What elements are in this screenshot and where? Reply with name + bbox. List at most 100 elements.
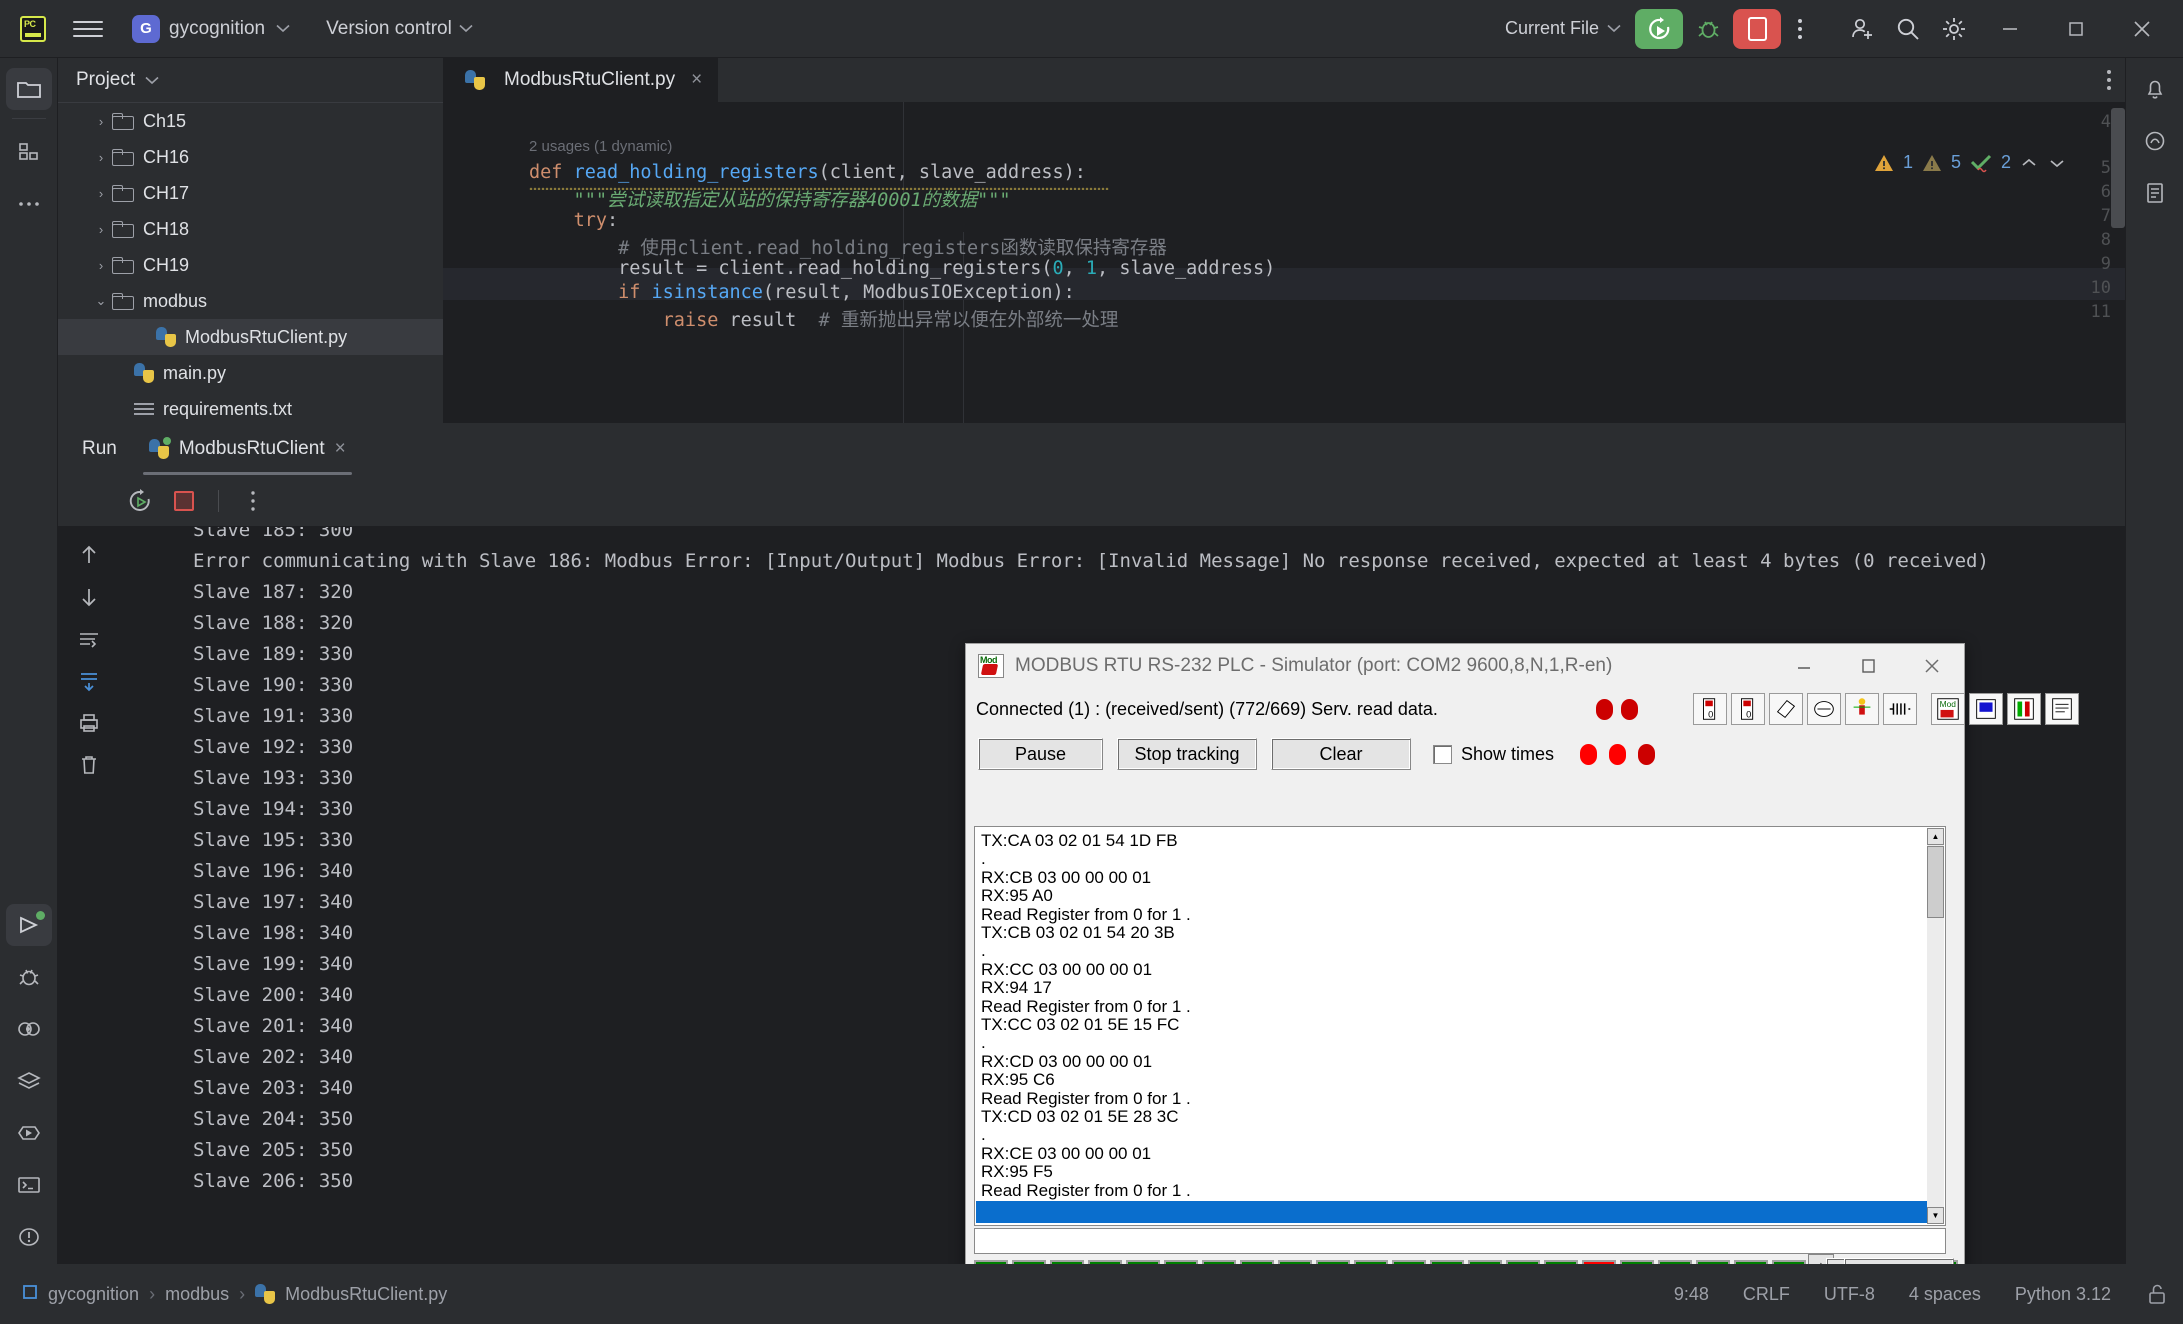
unlocked-icon[interactable] [2145,1282,2169,1306]
console-line[interactable]: Slave 189: 330 [193,643,353,665]
project-widget[interactable]: G gycognition [122,10,300,48]
rerun-button[interactable] [122,483,158,519]
search-button[interactable] [1887,9,1929,49]
chevron-right-icon[interactable]: › [90,114,112,129]
log-line[interactable]: TX:CA 03 02 01 54 1D FB [981,831,1178,851]
scroll-to-end-button[interactable] [69,661,109,701]
tree-item[interactable]: ⌄ modbus [58,283,443,319]
load-icon[interactable]: 0 [1731,693,1765,725]
more-actions-button[interactable] [1785,9,1815,49]
editor-options-button[interactable] [2107,58,2111,102]
show-times-checkbox-group[interactable]: Show times [1433,744,1554,765]
console-line[interactable]: Slave 190: 330 [193,674,353,696]
console-line[interactable]: Error communicating with Slave 186: Modb… [193,550,1989,572]
console-line[interactable]: Slave 199: 340 [193,953,353,975]
code-line[interactable]: if isinstance(result, ModbusIOException)… [529,282,1075,303]
log-line[interactable]: . [981,941,986,961]
close-run-tab-icon[interactable]: × [335,438,346,460]
log-line[interactable]: Read Register from 0 for 1 . [981,997,1191,1017]
log-line[interactable]: TX:CD 03 02 01 5E 28 3C [981,1107,1179,1127]
simulator-maximize-button[interactable] [1836,644,1900,688]
breadcrumb-item[interactable]: modbus [165,1284,229,1305]
chevron-right-icon[interactable]: › [90,258,112,273]
console-line[interactable]: Slave 198: 340 [193,922,353,944]
coil-icon[interactable] [1883,693,1917,725]
modem-icon[interactable] [1807,693,1841,725]
sidebar-item-more-tools[interactable] [6,183,52,225]
console-line[interactable]: Slave 188: 320 [193,612,353,634]
simulator-input-field[interactable] [974,1228,1946,1254]
tree-item[interactable]: requirements.txt [58,391,443,422]
console-line[interactable]: Slave 202: 340 [193,1046,353,1068]
code-line[interactable]: # 使用client.read_holding_registers函数读取保持寄… [529,234,1167,260]
ai-assistant-button[interactable] [2132,120,2178,162]
run-more-options-button[interactable] [235,483,271,519]
log-line[interactable]: RX:CB 03 00 00 00 01 [981,868,1151,888]
usages-hint[interactable]: 2 usages (1 dynamic) [529,138,672,155]
show-times-checkbox[interactable] [1433,744,1452,764]
clear-button[interactable]: Clear [1271,738,1411,770]
modbus-icon[interactable]: Mod [1931,693,1965,725]
console-line[interactable]: Slave 185: 300 [193,527,353,541]
sidebar-item-structure[interactable] [6,131,52,173]
breadcrumb-item[interactable]: ModbusRtuClient.py [285,1284,447,1305]
pause-button[interactable]: Pause [978,738,1103,770]
log-scrollbar-thumb[interactable] [1927,846,1944,918]
code-viewport[interactable]: 1 5 2 2 usages (1 dynamic) 4 5 def read_hol… [443,102,2125,423]
chevron-right-icon[interactable]: › [90,222,112,237]
line-separator[interactable]: CRLF [1743,1284,1790,1305]
next-problem-icon[interactable] [2047,156,2067,170]
log-line[interactable]: Read Register from 0 for 1 . [981,905,1191,925]
scroll-up-arrow-icon[interactable]: ▲ [1927,828,1944,845]
caret-position[interactable]: 9:48 [1674,1284,1709,1305]
scroll-down-button[interactable] [69,577,109,617]
sidebar-item-debug[interactable] [6,956,52,998]
add-user-button[interactable] [1841,9,1883,49]
tree-item[interactable]: › CH16 [58,139,443,175]
sidebar-item-services[interactable] [6,1060,52,1102]
log-line[interactable]: RX:95 F5 [981,1162,1053,1182]
project-tree[interactable]: › Ch15 › CH16 › CH17 › CH18 › CH19 ⌄ modbus ModbusRt… [58,102,443,422]
version-control-widget[interactable]: Version control [326,18,473,40]
chevron-down-icon[interactable] [145,76,159,85]
console-line[interactable]: Slave 204: 350 [193,1108,353,1130]
tree-item[interactable]: ModbusRtuClient.py [58,319,443,355]
tree-item[interactable]: › Ch15 [58,103,443,139]
log-line[interactable]: Read Register from 0 for 1 . [981,1181,1191,1201]
console-line[interactable]: Slave 201: 340 [193,1015,353,1037]
sidebar-item-terminal[interactable] [6,1164,52,1206]
console-line[interactable]: Slave 195: 330 [193,829,353,851]
code-line[interactable]: raise result # 重新抛出异常以便在外部统一处理 [529,306,1119,332]
notifications-button[interactable] [2132,68,2178,110]
log-line[interactable]: . [981,849,986,869]
registers-icon[interactable] [2007,693,2041,725]
scroll-down-arrow-icon[interactable]: ▼ [1927,1207,1944,1224]
minimize-window-button[interactable] [1979,0,2041,58]
simulator-log-view[interactable]: TX:CA 03 02 01 54 1D FB. RX:CB 03 00 00 0… [974,826,1946,1226]
log-line[interactable]: Read Register from 0 for 1 . [981,1089,1191,1109]
chevron-right-icon[interactable]: › [90,186,112,201]
inspection-widget[interactable]: 1 5 2 [1873,152,2067,173]
log-line[interactable]: TX:CB 03 02 01 54 20 3B [981,923,1175,943]
sidebar-item-problems[interactable] [6,1216,52,1258]
clear-all-button[interactable] [69,745,109,785]
console-line[interactable]: Slave 187: 320 [193,581,353,603]
sidebar-item-project[interactable] [5,68,52,110]
close-window-button[interactable] [2111,0,2173,58]
log-line[interactable]: TX:CC 03 02 01 5E 15 FC [981,1015,1179,1035]
run-button[interactable] [1635,8,1683,49]
debug-button[interactable] [1687,9,1729,49]
console-line[interactable]: Slave 200: 340 [193,984,353,1006]
log-line[interactable]: . [981,1125,986,1145]
console-line[interactable]: Slave 205: 350 [193,1139,353,1161]
chevron-right-icon[interactable]: › [90,150,112,165]
stop-tracking-button[interactable]: Stop tracking [1117,738,1257,770]
log-line[interactable]: RX:CE 03 00 00 00 01 [981,1144,1151,1164]
editor-tab-modbusrtuclient[interactable]: ModbusRtuClient.py × [443,58,719,102]
sidebar-item-python-console[interactable] [6,1112,52,1154]
maximize-window-button[interactable] [2045,0,2107,58]
console-line[interactable]: Slave 194: 330 [193,798,353,820]
log-line[interactable]: RX:95 A0 [981,886,1053,906]
log-icon[interactable] [2045,693,2079,725]
simulator-close-button[interactable] [1900,644,1964,688]
